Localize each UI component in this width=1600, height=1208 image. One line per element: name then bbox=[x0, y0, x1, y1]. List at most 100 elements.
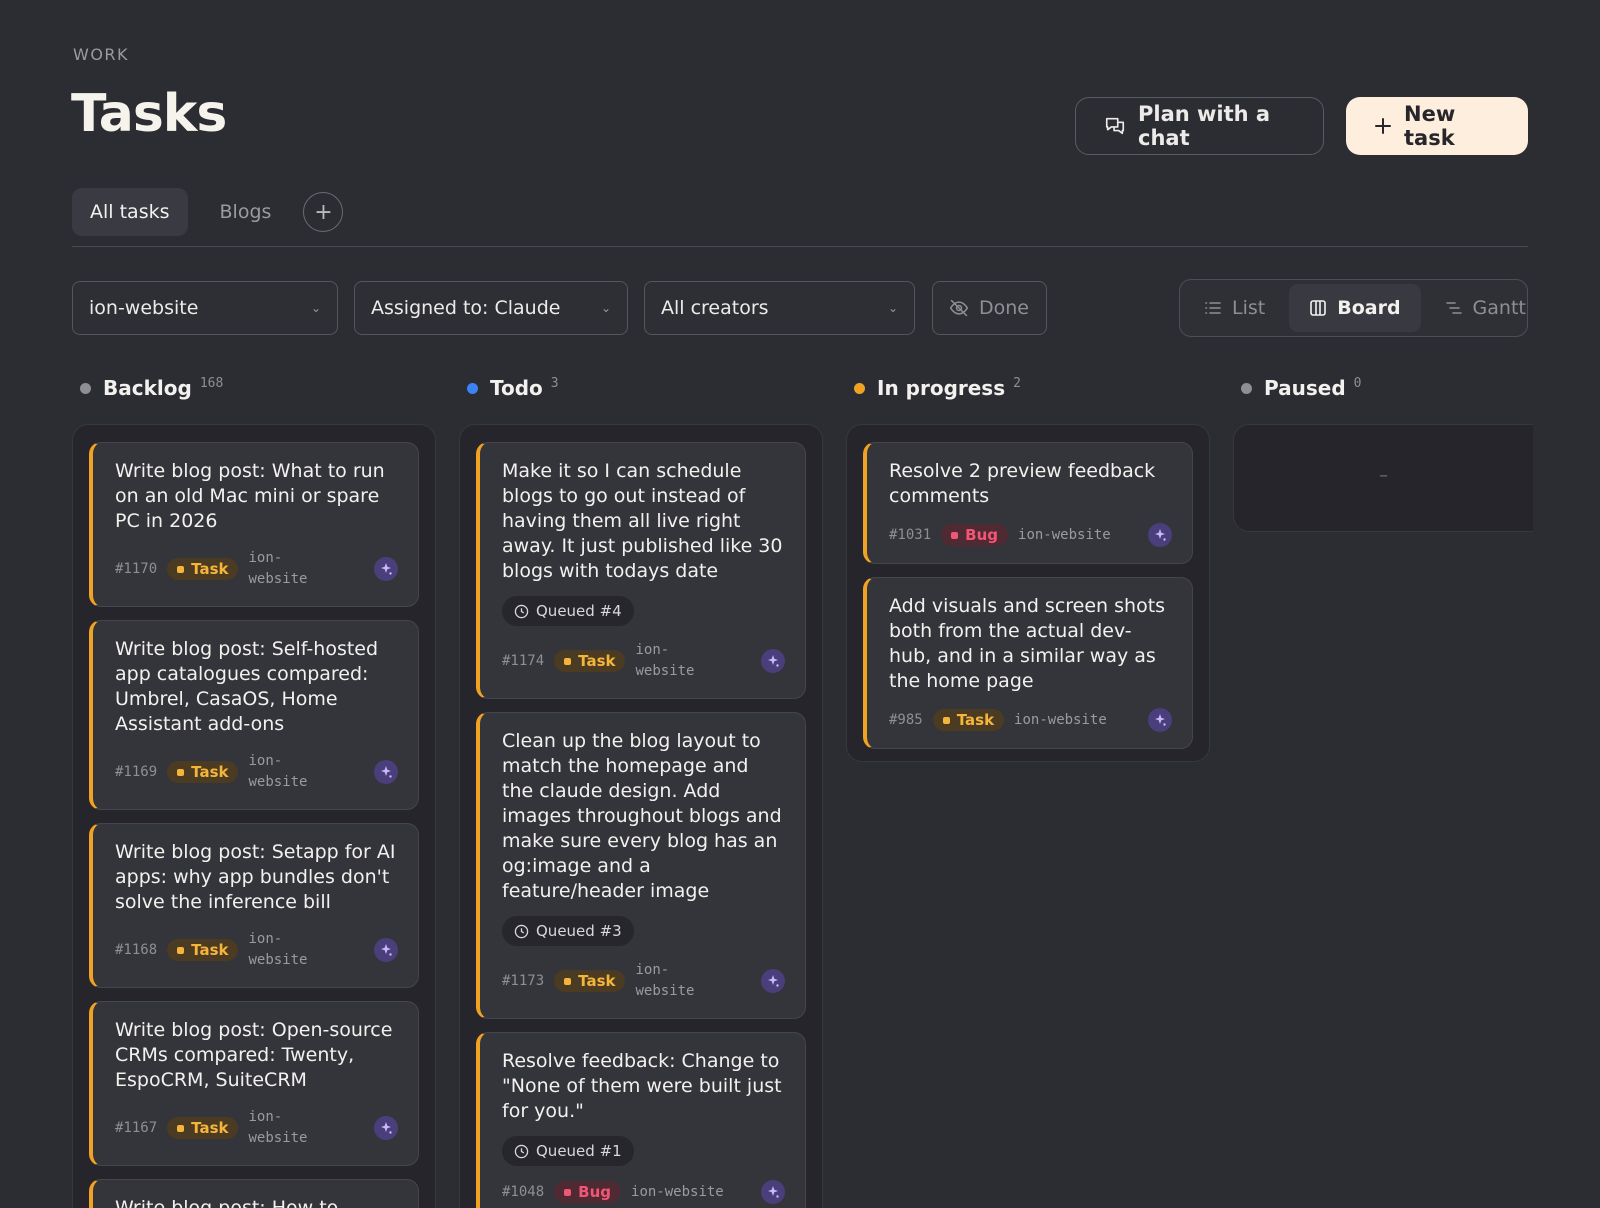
task-meta: #985 Task ion-website bbox=[889, 708, 1172, 732]
badge-dot bbox=[951, 531, 959, 539]
type-label: Task bbox=[191, 941, 229, 959]
add-tab-button[interactable]: + bbox=[303, 192, 344, 232]
gantt-icon bbox=[1445, 302, 1462, 314]
list-icon bbox=[1205, 302, 1221, 314]
type-badge: Bug bbox=[554, 1181, 622, 1203]
task-card[interactable]: Make it so I can schedule blogs to go ou… bbox=[476, 442, 806, 699]
tab-all-tasks[interactable]: All tasks bbox=[72, 188, 188, 236]
task-tabs: All tasks Blogs + bbox=[72, 188, 344, 236]
view-list-button[interactable]: List bbox=[1184, 284, 1285, 332]
task-card[interactable]: Write blog post: Self-hosted app catalog… bbox=[89, 620, 419, 810]
plan-with-chat-label: Plan with a chat bbox=[1138, 102, 1271, 150]
project-filter[interactable]: ion-website ⌄ bbox=[72, 281, 338, 335]
done-toggle-label: Done bbox=[979, 297, 1029, 319]
type-badge: Bug bbox=[941, 524, 1009, 546]
chevron-down-icon: ⌄ bbox=[600, 301, 611, 315]
task-meta: #1174 Task ion-website bbox=[502, 640, 785, 682]
project-label: ion-website bbox=[635, 642, 695, 679]
status-dot bbox=[80, 382, 91, 394]
agent-sparkle-icon[interactable] bbox=[761, 969, 785, 993]
agent-sparkle-icon[interactable] bbox=[1148, 523, 1172, 547]
column-header-todo: Todo 3 bbox=[467, 376, 559, 400]
new-task-button[interactable]: New task bbox=[1346, 97, 1528, 155]
column-paused: – bbox=[1233, 424, 1533, 532]
column-count: 168 bbox=[199, 375, 224, 391]
task-id: #1174 bbox=[502, 653, 545, 669]
agent-sparkle-icon[interactable] bbox=[374, 1116, 398, 1140]
task-title: Write blog post: What to run on an old M… bbox=[115, 460, 385, 532]
task-id: #1169 bbox=[115, 764, 158, 780]
chevron-down-icon: ⌄ bbox=[310, 301, 321, 315]
creator-filter[interactable]: All creators ⌄ bbox=[644, 281, 915, 335]
column-count: 2 bbox=[1013, 375, 1021, 391]
column-todo: Make it so I can schedule blogs to go ou… bbox=[459, 424, 823, 1208]
task-title: Write blog post: Self-hosted app catalog… bbox=[115, 638, 379, 735]
assignee-filter[interactable]: Assigned to: Claude ⌄ bbox=[354, 281, 628, 335]
column-count: 3 bbox=[550, 375, 559, 391]
project-label: ion-website bbox=[248, 931, 308, 968]
type-badge: Task bbox=[167, 558, 239, 580]
view-board-label: Board bbox=[1337, 297, 1401, 319]
tab-blogs[interactable]: Blogs bbox=[202, 188, 290, 236]
type-badge: Task bbox=[167, 761, 239, 783]
column-backlog: Write blog post: What to run on an old M… bbox=[72, 424, 436, 1208]
task-title: Add visuals and screen shots both from t… bbox=[889, 595, 1166, 692]
column-header-paused: Paused 0 bbox=[1241, 376, 1361, 400]
agent-sparkle-icon[interactable] bbox=[761, 1180, 785, 1204]
task-card[interactable]: Write blog post: Open-source CRMs compar… bbox=[89, 1001, 419, 1166]
agent-sparkle-icon[interactable] bbox=[1148, 708, 1172, 732]
type-label: Task bbox=[578, 652, 616, 670]
project-label: ion-website bbox=[248, 550, 308, 587]
creator-filter-value: All creators bbox=[661, 297, 769, 319]
agent-sparkle-icon[interactable] bbox=[374, 760, 398, 784]
task-card[interactable]: Resolve 2 preview feedback comments #103… bbox=[863, 442, 1193, 564]
status-dot bbox=[467, 382, 478, 394]
project-label: ion-website bbox=[248, 753, 308, 790]
task-title: Resolve 2 preview feedback comments bbox=[889, 460, 1156, 507]
plus-icon: + bbox=[314, 199, 333, 225]
project-label: ion-website bbox=[635, 962, 695, 999]
queue-label: Queued #1 bbox=[536, 1142, 622, 1160]
task-card[interactable]: Add visuals and screen shots both from t… bbox=[863, 577, 1193, 749]
task-card[interactable]: Resolve feedback: Change to "None of the… bbox=[476, 1032, 806, 1208]
view-gantt-button[interactable]: Gantt bbox=[1425, 284, 1546, 332]
badge-dot bbox=[177, 1124, 185, 1132]
type-badge: Task bbox=[167, 939, 239, 961]
badge-dot bbox=[177, 768, 185, 776]
type-label: Task bbox=[191, 1119, 229, 1137]
queue-pill: Queued #4 bbox=[502, 596, 634, 626]
agent-sparkle-icon[interactable] bbox=[374, 938, 398, 962]
task-card[interactable]: Clean up the blog layout to match the ho… bbox=[476, 712, 806, 1019]
view-list-label: List bbox=[1232, 297, 1266, 319]
project-label: ion-website bbox=[1014, 711, 1107, 728]
column-title: In progress bbox=[877, 376, 1006, 400]
task-title: Make it so I can schedule blogs to go ou… bbox=[502, 460, 783, 582]
task-id: #1168 bbox=[115, 942, 158, 958]
task-card[interactable]: Write blog post: How to bbox=[89, 1179, 419, 1208]
page-title: Tasks bbox=[71, 84, 227, 144]
tabs-divider bbox=[72, 246, 1528, 247]
badge-dot bbox=[942, 716, 950, 724]
view-board-button[interactable]: Board bbox=[1289, 284, 1421, 332]
type-label: Bug bbox=[578, 1183, 612, 1201]
task-card[interactable]: Write blog post: Setapp for AI apps: why… bbox=[89, 823, 419, 988]
badge-dot bbox=[564, 1188, 572, 1196]
task-card[interactable]: Write blog post: What to run on an old M… bbox=[89, 442, 419, 607]
badge-dot bbox=[177, 565, 185, 573]
task-meta: #1169 Task ion-website bbox=[115, 751, 398, 793]
plan-with-chat-button[interactable]: Plan with a chat bbox=[1075, 97, 1324, 155]
eye-off-icon bbox=[949, 299, 969, 317]
badge-dot bbox=[564, 977, 572, 985]
queue-label: Queued #4 bbox=[536, 602, 622, 620]
task-id: #1031 bbox=[889, 527, 932, 543]
done-toggle[interactable]: Done bbox=[932, 281, 1047, 335]
type-label: Task bbox=[578, 972, 616, 990]
task-meta: #1173 Task ion-website bbox=[502, 960, 785, 1002]
type-badge: Task bbox=[932, 709, 1005, 731]
task-meta: #1048 Bug ion-website bbox=[502, 1180, 785, 1204]
column-title: Backlog bbox=[103, 376, 192, 400]
agent-sparkle-icon[interactable] bbox=[761, 649, 785, 673]
task-title: Resolve feedback: Change to "None of the… bbox=[502, 1050, 782, 1122]
agent-sparkle-icon[interactable] bbox=[374, 557, 398, 581]
project-label: ion-website bbox=[248, 1109, 308, 1146]
